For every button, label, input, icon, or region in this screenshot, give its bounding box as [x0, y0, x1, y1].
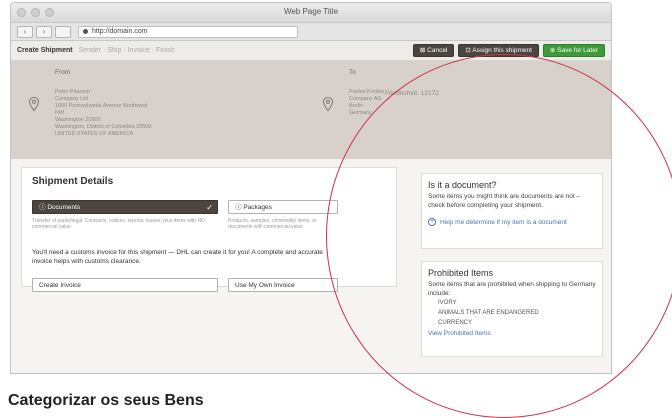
back-button[interactable]: ‹ — [17, 25, 33, 38]
to-postcode: Friedrichstr. 12172 — [385, 90, 439, 97]
own-invoice-button[interactable]: Use My Own Invoice — [228, 278, 338, 292]
documents-description: Transfer of paper/legal: Contracts, noti… — [32, 218, 205, 230]
packages-option[interactable]: ⓘ Packages — [228, 200, 338, 214]
view-prohibited-link[interactable]: View Prohibited Items — [428, 330, 596, 337]
browser-window: Web Page Title ‹ › http://domain.com Cre… — [10, 2, 612, 374]
assign-button[interactable]: ⊡ Assign this shipment — [458, 44, 539, 57]
action-bar: Create Shipment Sender · Ship · Invoice … — [11, 41, 611, 61]
extra-button[interactable] — [55, 25, 71, 38]
breadcrumb: Create Shipment Sender · Ship · Invoice … — [17, 47, 175, 54]
address-panel: From Peter Pearson Company Ltd 1000 Penn… — [11, 61, 611, 159]
title-bar: Web Page Title — [11, 3, 611, 23]
to-label: To — [349, 69, 356, 76]
location-pin-icon — [323, 97, 333, 111]
cancel-button[interactable]: ⊠ Cancel — [412, 44, 455, 57]
prohibited-text: Some items that are prohibited when ship… — [428, 281, 596, 297]
to-address: Pavlos Kontos Company AG Berlin Germany — [349, 89, 385, 116]
location-pin-icon — [29, 97, 39, 111]
shipment-details-card: Shipment Details ⓘ Documents ✓ ⓘ Package… — [21, 167, 397, 292]
document-help-link[interactable]: + Help me determine if my item is a docu… — [428, 218, 596, 226]
document-info-card: Is it a document? Some items you might t… — [421, 173, 603, 249]
page-title: Create Shipment — [17, 47, 73, 54]
list-item: IVORY — [438, 300, 457, 306]
forward-button[interactable]: › — [36, 25, 52, 38]
prohibited-title: Prohibited Items — [428, 268, 494, 278]
save-for-later-button[interactable]: ⊕ Save for Later — [542, 44, 605, 57]
plus-circle-icon: + — [428, 218, 436, 226]
documents-option[interactable]: ⓘ Documents ✓ — [32, 200, 218, 214]
browser-toolbar: ‹ › http://domain.com — [11, 23, 611, 41]
action-buttons: ⊠ Cancel ⊡ Assign this shipment ⊕ Save f… — [412, 44, 605, 57]
list-item: ANIMALS THAT ARE ENDANGERED — [438, 310, 539, 316]
prohibited-items-card: Prohibited Items Some items that are pro… — [421, 261, 603, 357]
invoice-note: You'll need a customs invoice for this s… — [32, 249, 323, 265]
shipment-details-title: Shipment Details — [32, 176, 114, 187]
check-icon: ✓ — [206, 203, 213, 212]
breadcrumb-steps: Sender · Ship · Invoice · Finish — [78, 47, 175, 54]
packages-description: Products, samples, commodity items, or d… — [228, 218, 317, 230]
document-info-text: Some items you might think are documents… — [428, 193, 581, 209]
url-text: http://domain.com — [92, 27, 148, 35]
address-bar[interactable]: http://domain.com — [78, 25, 298, 38]
from-label: From — [55, 69, 71, 76]
create-invoice-button[interactable]: Create Invoice — [32, 278, 218, 292]
section-heading: Categorizar os seus Bens — [8, 392, 204, 409]
list-item: CURRENCY — [438, 320, 473, 326]
document-info-title: Is it a document? — [428, 180, 497, 190]
from-address: Peter Pearson Company Ltd 1000 Pennsylva… — [55, 89, 152, 137]
window-title: Web Page Title — [283, 7, 339, 16]
main-content: Shipment Details ⓘ Documents ✓ ⓘ Package… — [11, 161, 611, 373]
site-icon — [83, 29, 88, 34]
